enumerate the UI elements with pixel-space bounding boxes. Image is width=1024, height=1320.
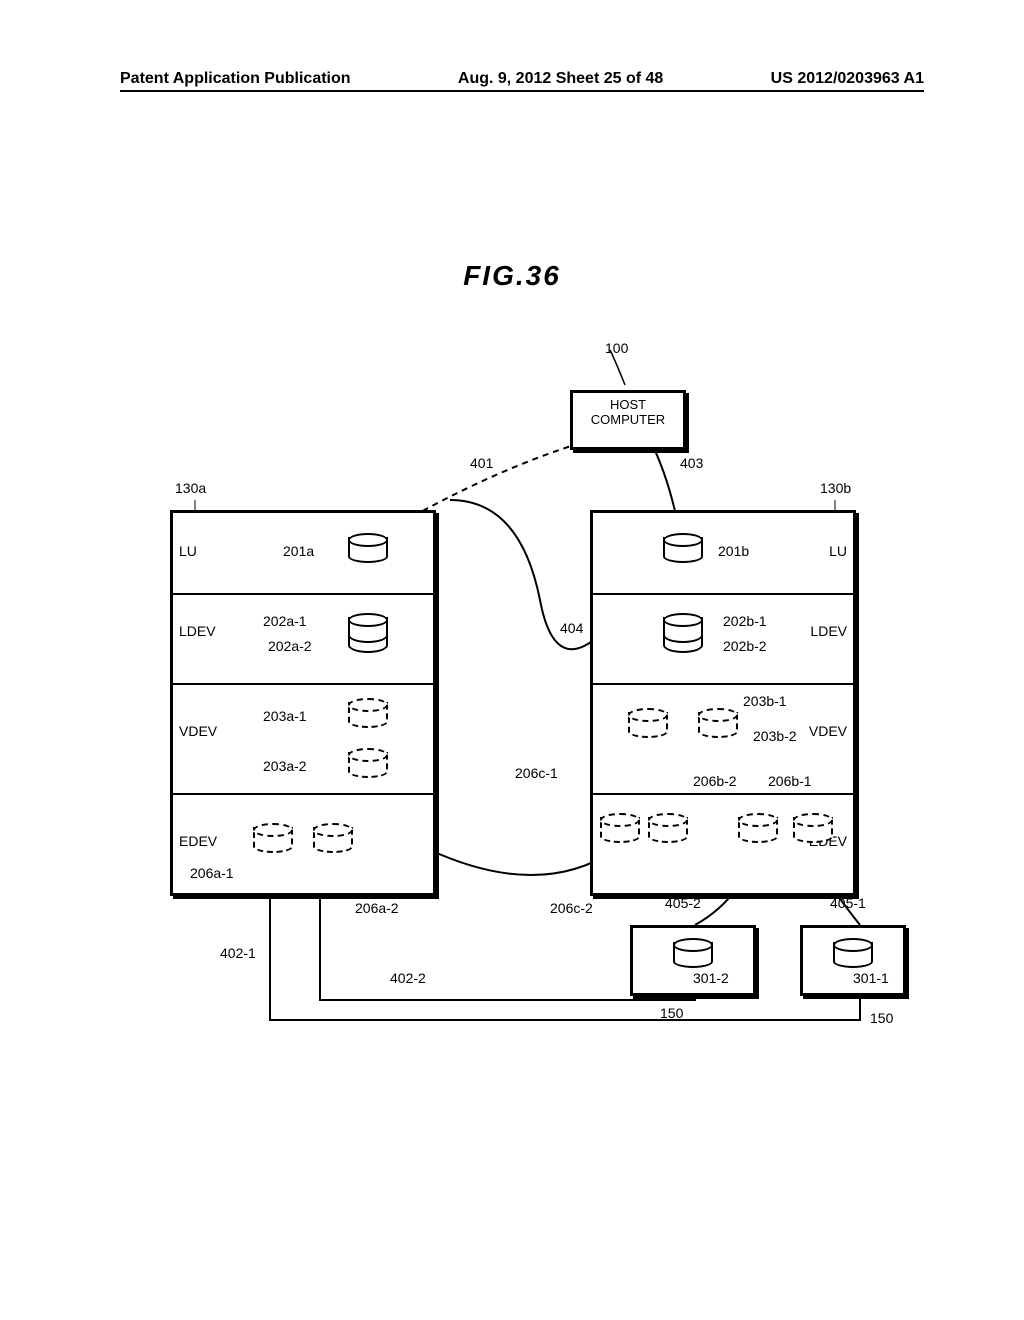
- cyl-206c-1: [600, 813, 640, 843]
- ref-402-1: 402-1: [220, 945, 256, 961]
- storage-b: LU LDEV VDEV EDEV 201b 202b-1 202b-2 203…: [590, 510, 856, 896]
- ext-box-1: 301-2: [630, 925, 756, 996]
- ref-202b-2: 202b-2: [723, 638, 767, 654]
- host-box: HOST COMPUTER: [570, 390, 686, 450]
- ref-402-2: 402-2: [390, 970, 426, 986]
- header-right: US 2012/0203963 A1: [771, 70, 924, 88]
- ref-201a: 201a: [283, 543, 314, 559]
- row-ldev-a: LDEV: [179, 623, 216, 639]
- ref-203a-1: 203a-1: [263, 708, 307, 724]
- cyl-206b-2: [738, 813, 778, 843]
- ref-203b-2: 203b-2: [753, 728, 797, 744]
- ref-401: 401: [470, 455, 493, 471]
- row-edev-a: EDEV: [179, 833, 217, 849]
- ref-301-2: 301-2: [693, 970, 729, 986]
- ref-206a-1: 206a-1: [190, 865, 234, 881]
- ref-404: 404: [560, 620, 583, 636]
- cyl-206a-2: [313, 823, 353, 853]
- cyl-203a-1: [348, 698, 388, 728]
- row-ldev-b: LDEV: [810, 623, 847, 639]
- ref-host: 100: [605, 340, 628, 356]
- host-label: HOST COMPUTER: [573, 397, 683, 427]
- storage-a: LU LDEV VDEV EDEV 201a 202a-1 202a-2 203…: [170, 510, 436, 896]
- ref-301-1: 301-1: [853, 970, 889, 986]
- header-center: Aug. 9, 2012 Sheet 25 of 48: [458, 70, 663, 88]
- ref-150-2: 150: [870, 1010, 893, 1026]
- cyl-206a-1: [253, 823, 293, 853]
- ref-203a-2: 203a-2: [263, 758, 307, 774]
- cyl-203b-2: [698, 708, 738, 738]
- ref-130b: 130b: [820, 480, 851, 496]
- cyl-202a: [348, 613, 388, 655]
- cyl-203b-1: [628, 708, 668, 738]
- row-vdev-a: VDEV: [179, 723, 217, 739]
- cyl-301-1: [833, 938, 873, 968]
- row-vdev-b: VDEV: [809, 723, 847, 739]
- ref-202b-1: 202b-1: [723, 613, 767, 629]
- ref-405-1: 405-1: [830, 895, 866, 911]
- ref-150-1: 150: [660, 1005, 683, 1021]
- ref-206c-2: 206c-2: [550, 900, 593, 916]
- ref-206b-2: 206b-2: [693, 773, 737, 789]
- ref-130a: 130a: [175, 480, 206, 496]
- ref-206b-1: 206b-1: [768, 773, 812, 789]
- row-lu-a: LU: [179, 543, 197, 559]
- ext-box-2: 301-1: [800, 925, 906, 996]
- cyl-206b-1: [793, 813, 833, 843]
- cyl-202b: [663, 613, 703, 655]
- ref-405-2: 405-2: [665, 895, 701, 911]
- figure-title: FIG.36: [0, 260, 1024, 292]
- header-left: Patent Application Publication: [120, 70, 351, 88]
- cyl-301-2: [673, 938, 713, 968]
- diagram: 100 HOST COMPUTER 401 403 404 130a LU LD…: [140, 340, 900, 1060]
- row-lu-b: LU: [829, 543, 847, 559]
- ref-203b-1: 203b-1: [743, 693, 787, 709]
- cyl-206c-2: [648, 813, 688, 843]
- ref-206c-1: 206c-1: [515, 765, 558, 781]
- ref-403: 403: [680, 455, 703, 471]
- cyl-203a-2: [348, 748, 388, 778]
- cyl-201a: [348, 533, 388, 563]
- ref-206a-2: 206a-2: [355, 900, 399, 916]
- ref-201b: 201b: [718, 543, 749, 559]
- page-header: Patent Application Publication Aug. 9, 2…: [120, 90, 924, 110]
- ref-202a-2: 202a-2: [268, 638, 312, 654]
- ref-202a-1: 202a-1: [263, 613, 307, 629]
- cyl-201b: [663, 533, 703, 563]
